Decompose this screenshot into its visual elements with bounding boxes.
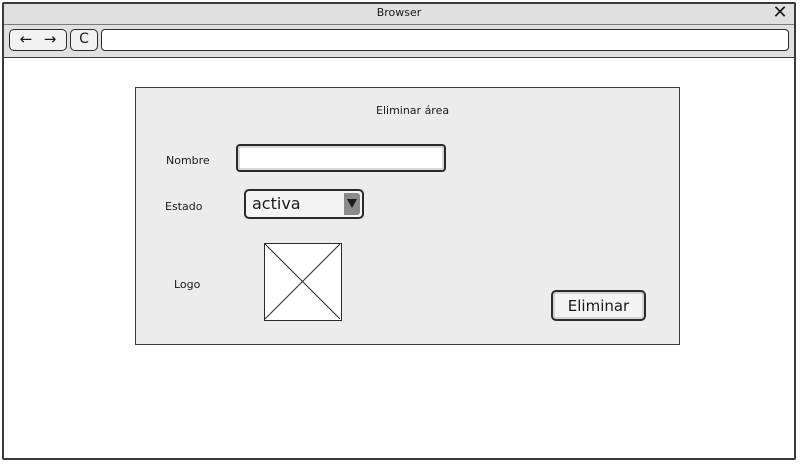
name-input[interactable] (236, 144, 446, 172)
chevron-down-icon[interactable] (344, 193, 360, 215)
logo-label: Logo (174, 278, 201, 291)
forward-button[interactable]: → (38, 30, 62, 48)
back-button[interactable]: ← (14, 30, 38, 48)
window-title: Browser (376, 6, 422, 19)
logo-image-placeholder (264, 243, 342, 321)
status-selected-value: activa (252, 194, 301, 213)
delete-area-panel: Eliminar área Nombre Estado activa Logo … (135, 87, 680, 345)
address-bar[interactable] (101, 29, 789, 51)
browser-toolbar: ← → C (4, 25, 794, 58)
delete-button[interactable]: Eliminar (551, 290, 646, 321)
title-bar: Browser ✕ (4, 4, 794, 25)
close-icon[interactable]: ✕ (772, 4, 788, 22)
reload-button[interactable]: C (70, 29, 98, 51)
panel-title: Eliminar área (376, 104, 450, 117)
status-select[interactable]: activa (244, 189, 364, 219)
status-label: Estado (165, 200, 203, 213)
name-label: Nombre (166, 154, 210, 167)
nav-buttons: ← → (9, 29, 67, 51)
browser-window: Browser ✕ ← → C Eliminar área Nombre Esta… (2, 2, 796, 460)
image-placeholder-icon (265, 244, 340, 319)
